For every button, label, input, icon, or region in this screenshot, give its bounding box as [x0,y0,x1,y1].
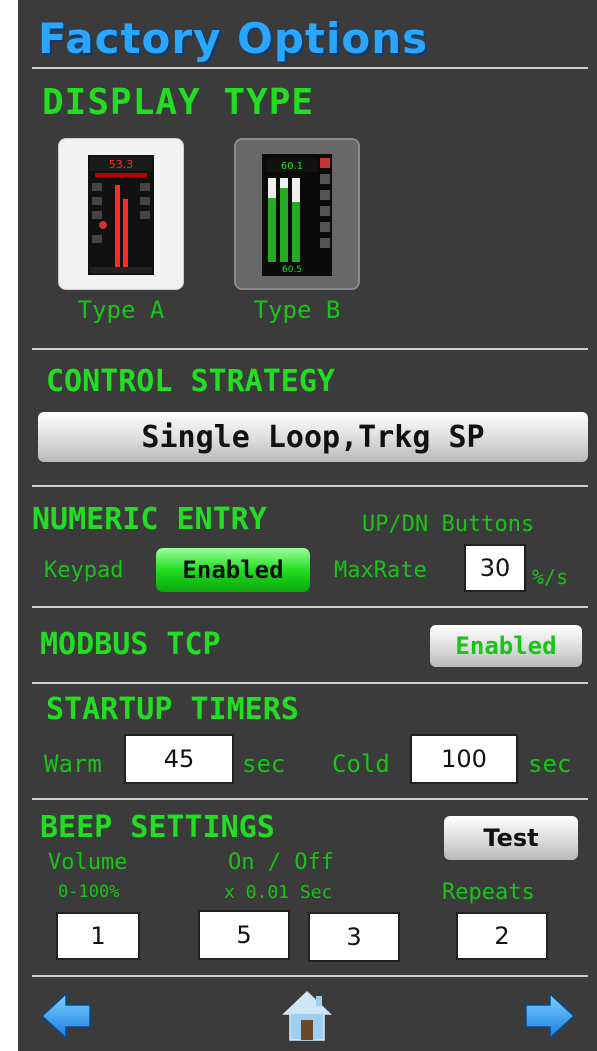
control-strategy-select[interactable]: Single Loop,Trkg SP [38,412,588,462]
divider [32,348,588,350]
beep-settings-heading: BEEP SETTINGS [40,810,275,845]
warm-input[interactable]: 45 [124,734,234,784]
warm-unit: sec [242,750,286,778]
arrow-left-icon [40,992,91,1040]
back-button[interactable] [40,992,92,1040]
beep-on-input[interactable]: 5 [198,910,290,960]
type-b-label: Type B [253,296,341,324]
maxrate-unit: %/s [532,565,569,589]
repeats-input[interactable]: 2 [456,912,548,960]
onoff-label: On / Off [228,850,334,875]
modbus-toggle[interactable]: Enabled [430,625,582,667]
volume-label: Volume [48,850,128,875]
divider [32,798,588,800]
arrow-right-icon [525,992,576,1040]
warm-label: Warm [44,750,102,778]
repeats-label: Repeats [442,880,535,905]
divider [32,606,588,608]
beep-off-input[interactable]: 3 [308,912,400,962]
cold-input[interactable]: 100 [410,734,518,784]
cold-label: Cold [332,750,390,778]
maxrate-label: MaxRate [334,558,427,583]
type-a-preview-icon: 53.3 [88,155,154,275]
startup-timers-heading: STARTUP TIMERS [46,692,299,727]
onoff-unit-label: x 0.01 Sec [224,882,333,903]
updn-buttons-label: UP/DN Buttons [362,512,535,537]
keypad-label: Keypad [44,558,124,583]
divider [32,67,588,69]
maxrate-input[interactable]: 30 [464,544,526,592]
factory-options-panel: Factory Options DISPLAY TYPE 53.3 Type A… [18,0,597,1051]
test-beep-button[interactable]: Test [444,816,578,860]
cold-unit: sec [528,750,572,778]
page-title: Factory Options [38,14,429,63]
numeric-entry-heading: NUMERIC ENTRY [32,502,267,537]
volume-input[interactable]: 1 [56,912,140,960]
type-a-label: Type A [77,296,165,324]
keypad-toggle[interactable]: Enabled [156,548,310,592]
svg-text:60.5: 60.5 [282,265,302,275]
svg-text:53.3: 53.3 [109,158,134,171]
home-icon [282,990,332,1041]
modbus-tcp-heading: MODBUS TCP [40,627,221,662]
control-strategy-heading: CONTROL STRATEGY [46,364,335,399]
home-button[interactable] [282,990,332,1042]
svg-text:60.1: 60.1 [281,161,303,172]
divider [32,485,588,487]
volume-range-label: 0-100% [58,882,120,902]
divider [32,975,588,977]
type-b-preview-icon: 60.1 60.5 [262,154,332,276]
display-type-b-option[interactable]: 60.1 60.5 [234,138,360,290]
forward-button[interactable] [524,992,576,1040]
divider [32,682,588,684]
display-type-a-option[interactable]: 53.3 [58,138,184,290]
display-type-heading: DISPLAY TYPE [42,82,315,123]
